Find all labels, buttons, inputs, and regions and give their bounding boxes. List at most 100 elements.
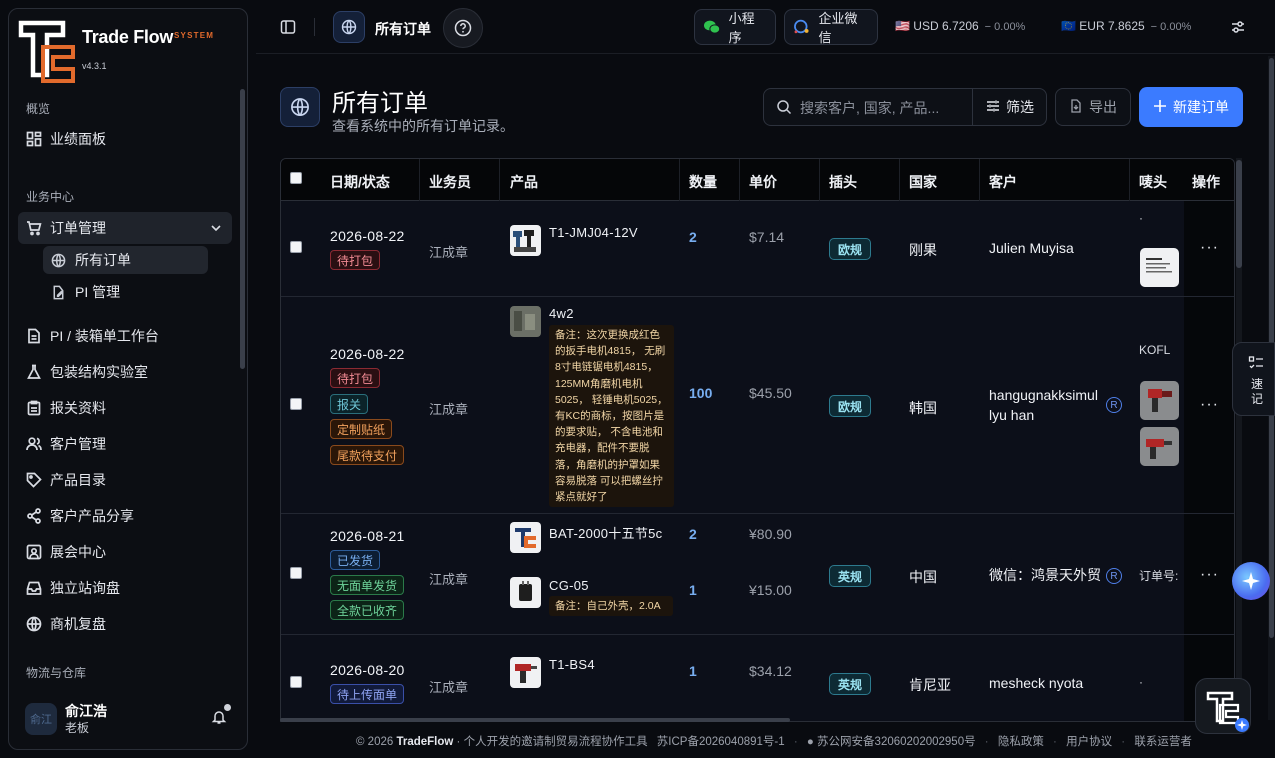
breadcrumb-globe-icon[interactable]: [333, 11, 365, 43]
sidebar-item-label: 产品目录: [50, 472, 106, 488]
select-all-checkbox[interactable]: [290, 172, 302, 184]
product-image[interactable]: [510, 522, 541, 553]
product-image[interactable]: [510, 225, 541, 256]
tradeflow-app-icon: [1206, 691, 1249, 732]
eur-rate-change: − 0.00%: [1150, 21, 1192, 33]
footer-icp-link[interactable]: 苏ICP备2026040891号-1: [657, 736, 785, 748]
shipping-mark-text: ·: [1139, 211, 1143, 225]
sidebar-item-catalog[interactable]: 产品目录: [18, 464, 232, 496]
app-launcher-button[interactable]: [1195, 678, 1251, 734]
tradeflow-logo: [18, 20, 75, 83]
sidebar-item-dashboard[interactable]: 业绩面板: [18, 123, 232, 155]
column-header-date[interactable]: 日期/状态: [330, 172, 390, 192]
product-note: 备注：自己外壳，2.0A: [549, 596, 673, 617]
customer-name[interactable]: Julien Muyisa: [989, 238, 1074, 258]
column-header-actions: 操作: [1192, 174, 1220, 190]
quantity: 1: [689, 663, 697, 679]
salesperson: 江成章: [429, 245, 469, 260]
footer-police-link[interactable]: 苏公网安备32060202002950号: [817, 736, 976, 748]
wecom-button[interactable]: 企业微信: [784, 9, 878, 45]
row-checkbox[interactable]: [290, 241, 302, 253]
chevron-down-icon: [210, 221, 222, 237]
user-profile[interactable]: 俞江 俞江浩 老板: [25, 701, 235, 741]
product-image[interactable]: [510, 657, 541, 688]
column-header-qty[interactable]: 数量: [689, 172, 717, 192]
column-header-customer[interactable]: 客户: [989, 172, 1017, 192]
product-name: 4w2: [549, 306, 574, 321]
app-root: { "brand": {"name": "Trade Flow", "syste…: [0, 0, 1275, 758]
user-name: 俞江浩: [65, 703, 107, 719]
sidebar-item-customs[interactable]: 报关资料: [18, 392, 232, 424]
sidebar-item-label: 报关资料: [50, 400, 106, 416]
sidebar-item-pi[interactable]: PI 管理: [43, 278, 208, 306]
help-icon[interactable]: [443, 8, 483, 48]
footer-terms-link[interactable]: 用户协议: [1066, 736, 1112, 748]
new-order-button[interactable]: 新建订单: [1139, 87, 1243, 127]
table-scrollbar[interactable]: [1236, 158, 1242, 722]
sidebar-item-all-orders[interactable]: 所有订单: [43, 246, 208, 274]
sidebar-item-customers[interactable]: 客户管理: [18, 428, 232, 460]
product-image[interactable]: [510, 306, 541, 337]
sidebar-item-expo[interactable]: 展会中心: [18, 536, 232, 568]
customer-name[interactable]: 微信：鸿景天外贸: [989, 565, 1101, 585]
column-header-product[interactable]: 产品: [510, 172, 538, 192]
us-flag-icon: 🇺🇸: [895, 19, 910, 33]
footer-brand: TradeFlow: [396, 736, 454, 748]
column-header-mark[interactable]: 唛头: [1139, 172, 1167, 192]
column-header-country[interactable]: 国家: [909, 172, 937, 192]
table-horizontal-scrollbar[interactable]: [280, 718, 790, 722]
sidebar-item-orders[interactable]: 订单管理: [18, 212, 232, 244]
sidebar-toggle-icon[interactable]: [278, 17, 298, 37]
column-header-sales[interactable]: 业务员: [429, 172, 471, 192]
bell-icon[interactable]: [211, 709, 227, 728]
export-button[interactable]: 导出: [1055, 88, 1131, 126]
page-title: 所有订单: [332, 90, 428, 117]
sidebar-item-packlab[interactable]: 包装结构实验室: [18, 356, 232, 388]
footer-privacy-link[interactable]: 隐私政策: [998, 736, 1044, 748]
customer-name[interactable]: hangugnakksimullyu han: [989, 385, 1099, 425]
table-row[interactable]: 2026-08-21 已发货 无面单发货 全款已收齐 江成章 BAT-2000十…: [281, 514, 1234, 635]
shipping-mark-image[interactable]: [1140, 427, 1179, 466]
footer-contact-link[interactable]: 联系运营者: [1134, 736, 1192, 748]
filter-label: 筛选: [1006, 99, 1034, 115]
row-checkbox[interactable]: [290, 398, 302, 410]
sidebar-item-share[interactable]: 客户产品分享: [18, 500, 232, 532]
filter-button[interactable]: 筛选: [972, 89, 1047, 125]
more-actions-icon[interactable]: ···: [1200, 240, 1219, 256]
sidebar-item-site[interactable]: 独立站询盘: [18, 572, 232, 604]
sidebar-item-workbench[interactable]: PI / 装箱单工作台: [18, 320, 232, 352]
quick-notes-tab[interactable]: 速记: [1232, 342, 1275, 416]
product-image[interactable]: [510, 577, 541, 608]
table-row[interactable]: 2026-08-22 待打包 江成章 T1-JMJ04-12V 2 $7.14 …: [281, 201, 1234, 297]
table-row[interactable]: 2026-08-20 待上传面单 江成章 T1-BS4 1 $34.12 英规 …: [281, 635, 1234, 721]
sidebar-scrollbar[interactable]: [240, 89, 245, 369]
sidebar-item-label: 客户管理: [50, 436, 106, 452]
country: 韩国: [909, 400, 937, 416]
column-header-plug[interactable]: 插头: [829, 172, 857, 192]
plug-badge: 欧规: [829, 238, 872, 260]
search-input[interactable]: [800, 98, 970, 118]
quantity: 2: [689, 526, 697, 542]
table-row[interactable]: 2026-08-22 待打包 报关 定制贴纸 尾款待支付 江成章 4w2 备注：…: [281, 297, 1234, 514]
table-scrollbar-thumb[interactable]: [1236, 160, 1242, 268]
sidebar-item-review[interactable]: 商机复盘: [18, 608, 232, 640]
shipping-mark-image[interactable]: [1140, 248, 1179, 287]
checklist-icon: [1248, 355, 1264, 374]
unit-price: ¥80.90: [749, 526, 792, 542]
ai-assistant-button[interactable]: [1232, 562, 1270, 600]
unit-price: $45.50: [749, 385, 792, 401]
more-actions-icon[interactable]: ···: [1200, 567, 1219, 583]
sidebar-item-label: 展会中心: [50, 544, 106, 560]
column-header-price[interactable]: 单价: [749, 172, 777, 192]
filter-icon: [986, 99, 1000, 116]
shipping-mark-image[interactable]: [1140, 381, 1179, 420]
row-checkbox[interactable]: [290, 567, 302, 579]
miniprogram-button[interactable]: 小程序: [694, 9, 776, 45]
customer-name[interactable]: mesheck nyota: [989, 673, 1083, 693]
more-actions-icon[interactable]: ···: [1200, 397, 1219, 413]
cart-icon: [26, 220, 50, 236]
row-checkbox[interactable]: [290, 676, 302, 688]
settings-sliders-icon[interactable]: [1229, 18, 1247, 36]
footer-description: · 个人开发的邀请制贸易流程协作工具: [456, 736, 648, 748]
country: 刚果: [909, 242, 937, 258]
